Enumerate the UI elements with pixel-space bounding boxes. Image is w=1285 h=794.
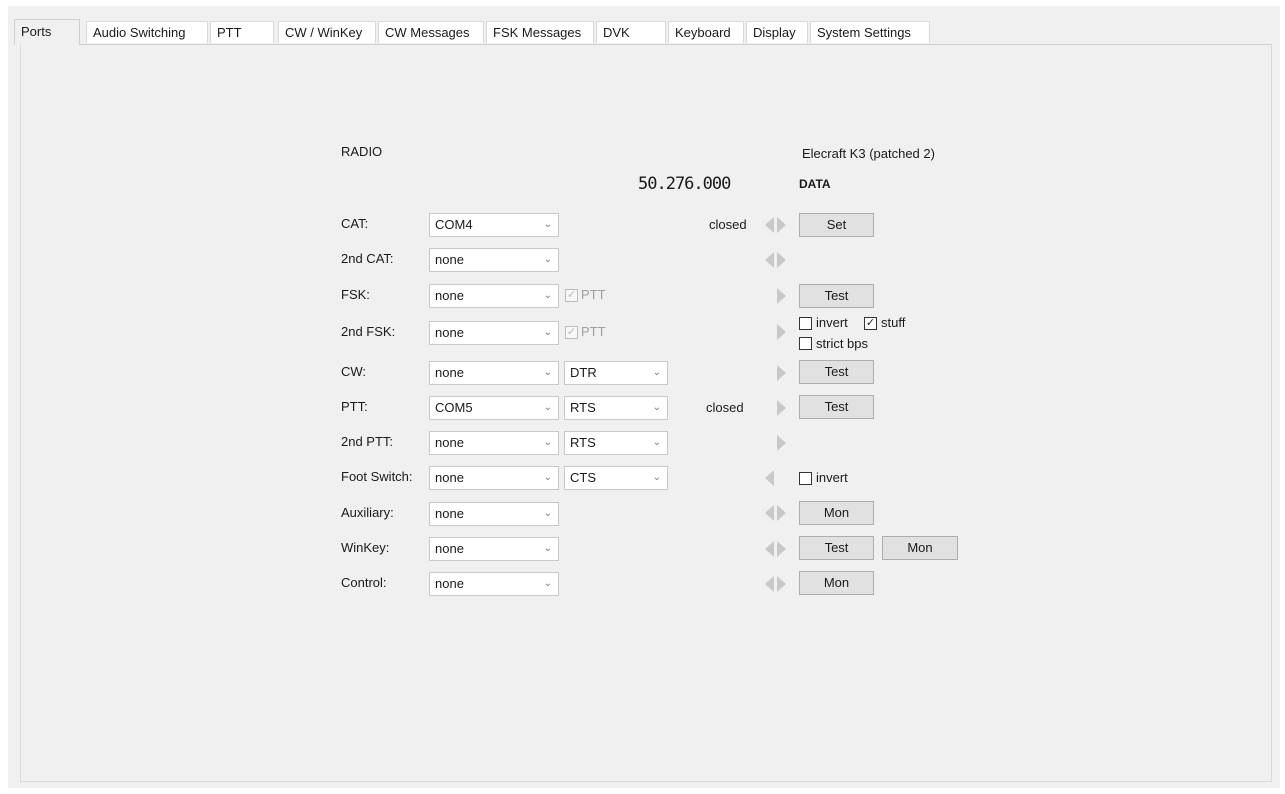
radio-frequency: 50.276.000: [638, 174, 731, 194]
fsk2-stuff-label: stuff: [881, 315, 906, 330]
fsk2-ptt-checkbox[interactable]: ✓: [565, 326, 578, 339]
cw-line-select[interactable]: DTR ⌄: [564, 361, 668, 385]
ptt2-line-select[interactable]: RTS ⌄: [564, 431, 668, 455]
fsk2-port-arrow-icon: [763, 324, 791, 340]
ptt-test-button[interactable]: Test: [799, 395, 874, 419]
fsk-port-select[interactable]: none ⌄: [429, 284, 559, 308]
winkey-port-select[interactable]: none ⌄: [429, 537, 559, 561]
tab-ptt[interactable]: PTT: [210, 21, 274, 43]
chevron-down-icon: ⌄: [652, 402, 661, 413]
fsk-ptt-checkbox[interactable]: ✓: [565, 289, 578, 302]
radio-mode: DATA: [799, 177, 831, 191]
cat-set-button[interactable]: Set: [799, 213, 874, 237]
fsk2-port-select[interactable]: none ⌄: [429, 321, 559, 345]
control-port-select[interactable]: none ⌄: [429, 572, 559, 596]
chevron-down-icon: ⌄: [543, 219, 552, 230]
ptt-port-arrow-icon: [763, 400, 791, 416]
ptt2-port-arrow-icon: [763, 435, 791, 451]
tab-ports[interactable]: Ports: [14, 19, 80, 45]
auxiliary-label: Auxiliary:: [341, 505, 394, 520]
tab-display[interactable]: Display: [746, 21, 808, 43]
check-icon: ✓: [566, 326, 577, 338]
fsk2-strict-bps-label: strict bps: [816, 336, 869, 351]
chevron-down-icon: ⌄: [543, 472, 552, 483]
chevron-down-icon: ⌄: [652, 472, 661, 483]
fsk2-ptt-label: PTT: [581, 324, 606, 339]
chevron-down-icon: ⌄: [543, 437, 552, 448]
cw-port-select[interactable]: none ⌄: [429, 361, 559, 385]
fsk2-invert-checkbox[interactable]: [799, 317, 812, 330]
ptt2-label: 2nd PTT:: [341, 434, 394, 449]
chevron-down-icon: ⌄: [543, 508, 552, 519]
cat-status: closed: [709, 217, 747, 232]
fsk2-stuff-checkbox[interactable]: ✓: [864, 317, 877, 330]
ptt-label: PTT:: [341, 399, 368, 414]
fsk2-invert-label: invert: [816, 315, 848, 330]
radio-header: RADIO: [341, 144, 383, 159]
foot-switch-port-select[interactable]: none ⌄: [429, 466, 559, 490]
fsk2-label: 2nd FSK:: [341, 324, 396, 339]
cat-label: CAT:: [341, 216, 369, 231]
winkey-test-button[interactable]: Test: [799, 536, 874, 560]
radio-model: Elecraft K3 (patched 2): [802, 146, 935, 161]
foot-switch-line-select[interactable]: CTS ⌄: [564, 466, 668, 490]
tab-cw-messages[interactable]: CW Messages: [378, 21, 484, 43]
auxiliary-port-select[interactable]: none ⌄: [429, 502, 559, 526]
ptt-line-select[interactable]: RTS ⌄: [564, 396, 668, 420]
cw-label: CW:: [341, 364, 367, 379]
fsk-test-button[interactable]: Test: [799, 284, 874, 308]
tab-fsk-messages[interactable]: FSK Messages: [486, 21, 594, 43]
foot-switch-label: Foot Switch:: [341, 469, 413, 484]
winkey-mon-button[interactable]: Mon: [882, 536, 958, 560]
winkey-port-arrows-icon: [763, 541, 791, 557]
tab-audio-switching[interactable]: Audio Switching: [86, 21, 208, 43]
winkey-label: WinKey:: [341, 540, 390, 555]
tab-system-settings[interactable]: System Settings: [810, 21, 930, 43]
fsk-ptt-label: PTT: [581, 287, 606, 302]
foot-switch-port-arrow-icon: [763, 470, 791, 486]
cat-port-arrows-icon: [763, 217, 791, 233]
tab-keyboard[interactable]: Keyboard: [668, 21, 744, 43]
tab-cw-winkey[interactable]: CW / WinKey: [278, 21, 376, 43]
chevron-down-icon: ⌄: [543, 543, 552, 554]
control-mon-button[interactable]: Mon: [799, 571, 874, 595]
check-icon: ✓: [865, 317, 876, 329]
fsk2-strict-bps-checkbox[interactable]: [799, 337, 812, 350]
chevron-down-icon: ⌄: [652, 437, 661, 448]
check-icon: ✓: [566, 289, 577, 301]
chevron-down-icon: ⌄: [652, 367, 661, 378]
cat-port-select[interactable]: COM4 ⌄: [429, 213, 559, 237]
fsk-label: FSK:: [341, 287, 370, 302]
auxiliary-port-arrows-icon: [763, 505, 791, 521]
chevron-down-icon: ⌄: [543, 290, 552, 301]
chevron-down-icon: ⌄: [543, 327, 552, 338]
fsk-port-arrow-icon: [763, 288, 791, 304]
tab-dvk[interactable]: DVK: [596, 21, 666, 43]
chevron-down-icon: ⌄: [543, 254, 552, 265]
cat2-label: 2nd CAT:: [341, 251, 394, 266]
ptt2-port-select[interactable]: none ⌄: [429, 431, 559, 455]
control-label: Control:: [341, 575, 387, 590]
chevron-down-icon: ⌄: [543, 402, 552, 413]
foot-switch-invert-label: invert: [816, 470, 848, 485]
ptt-port-select[interactable]: COM5 ⌄: [429, 396, 559, 420]
chevron-down-icon: ⌄: [543, 578, 552, 589]
foot-switch-invert-checkbox[interactable]: [799, 472, 812, 485]
cw-test-button[interactable]: Test: [799, 360, 874, 384]
control-port-arrows-icon: [763, 576, 791, 592]
cat2-port-arrows-icon: [763, 252, 791, 268]
cat2-port-select[interactable]: none ⌄: [429, 248, 559, 272]
chevron-down-icon: ⌄: [543, 367, 552, 378]
auxiliary-mon-button[interactable]: Mon: [799, 501, 874, 525]
cw-port-arrow-icon: [763, 365, 791, 381]
ptt-status: closed: [706, 400, 744, 415]
